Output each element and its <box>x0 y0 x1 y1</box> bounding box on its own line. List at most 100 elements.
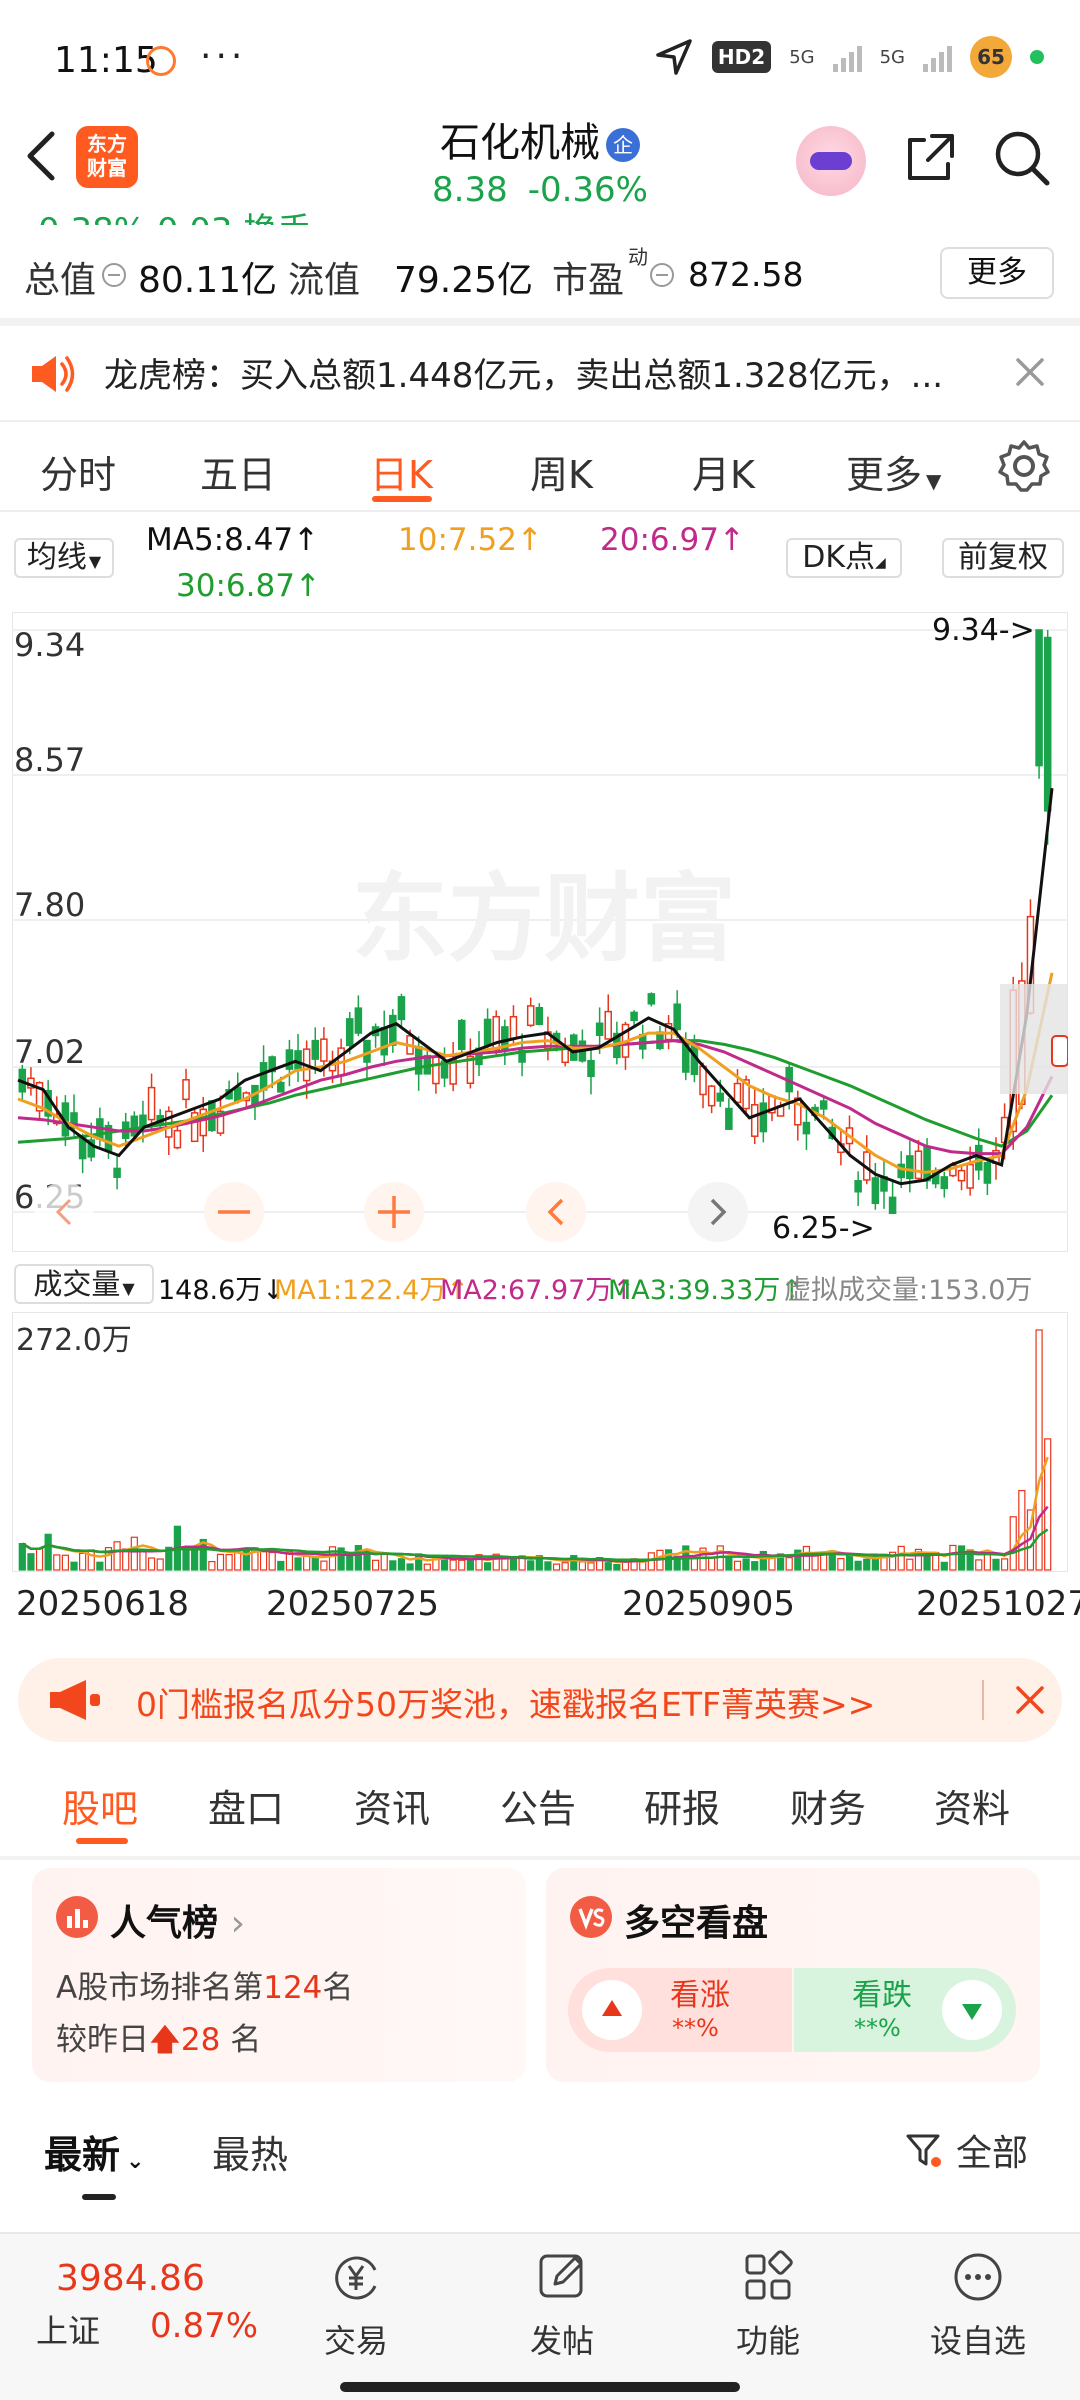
filter-icon[interactable] <box>904 2130 944 2170</box>
nav-functions-label: 功能 <box>735 2322 800 2360</box>
promo-banner[interactable]: 0门槛报名瓜分50万奖池，速戳报名ETF菁英赛>> <box>18 1658 1062 1742</box>
stock-name-text: 石化机械 <box>440 120 600 166</box>
candle <box>139 1114 147 1128</box>
volume-bar <box>397 1558 406 1571</box>
candle <box>432 1056 440 1085</box>
dropdown-arrow-icon: ▼ <box>926 469 942 493</box>
candle <box>561 1047 569 1064</box>
volume-bar <box>802 1545 811 1571</box>
nav-functions[interactable]: 功能 <box>708 2248 828 2362</box>
candle <box>113 1167 121 1178</box>
ma5-text: MA5:8.47 <box>146 522 294 558</box>
step-back-icon[interactable] <box>526 1182 586 1242</box>
volume-bar <box>785 1557 793 1571</box>
volume-bar <box>346 1556 354 1571</box>
tab-guba[interactable]: 股吧 <box>62 1778 138 1833</box>
privacy-dot <box>1030 50 1044 64</box>
candle <box>802 1121 811 1135</box>
volume-bar <box>87 1549 95 1571</box>
volume-bar <box>544 1561 552 1571</box>
nav-add-watchlist[interactable]: 设自选 <box>918 2248 1038 2362</box>
tab-weekly-k[interactable]: 周K <box>530 444 593 499</box>
popularity-rank-card[interactable]: 人气榜 › A股市场排名第124名 较昨日🡅28 名 <box>32 1868 526 2082</box>
rank-card-title: 人气榜 › <box>110 1894 245 1946</box>
candle <box>483 1018 492 1047</box>
nav-trade[interactable]: 交易 <box>296 2248 416 2362</box>
tab-news[interactable]: 资讯 <box>354 1778 430 1833</box>
bullish-label: 看涨 <box>670 1978 730 2013</box>
volume-select-label: 成交量 <box>33 1267 121 1301</box>
volume-bar <box>733 1560 742 1571</box>
low-marker: 6.25-> <box>772 1211 875 1246</box>
bullish-icon <box>582 1980 642 2040</box>
volume-bar <box>44 1533 52 1571</box>
candle <box>716 1092 725 1102</box>
volume-bar <box>854 1560 862 1571</box>
tab-research[interactable]: 研报 <box>644 1778 720 1833</box>
volume-bar <box>61 1554 70 1571</box>
info-icon-2[interactable] <box>648 261 676 289</box>
bearish-button[interactable]: 看跌 **% <box>794 1968 1016 2052</box>
gear-icon[interactable] <box>996 438 1052 494</box>
dk-point-select[interactable]: DK点◢ <box>786 538 902 578</box>
tab-profile[interactable]: 资料 <box>934 1778 1010 1833</box>
step-forward-icon[interactable] <box>688 1182 748 1242</box>
tab-monthly-k[interactable]: 月K <box>692 444 755 499</box>
location-icon <box>656 39 692 75</box>
volume-bar <box>156 1558 164 1571</box>
more-info-button[interactable]: 更多 <box>940 247 1054 299</box>
rank-prefix: A股市场排名第 <box>56 1970 264 2006</box>
ma20-value: 20:6.97↑ <box>600 522 745 558</box>
vol-ma2: MA2:67.97万↑ <box>440 1275 635 1306</box>
ma30-text: 30:6.87 <box>176 568 295 604</box>
vol-ma1-text: MA1:122.4万 <box>274 1275 447 1306</box>
pe-label: 市盈 <box>552 260 625 301</box>
tab-daily-k[interactable]: 日K <box>370 444 433 499</box>
candle <box>389 1014 397 1046</box>
share-icon[interactable] <box>902 130 958 186</box>
close-icon[interactable] <box>1012 1682 1048 1718</box>
long-short-title: 多空看盘 <box>624 1903 769 1944</box>
index-value: 3984.86 <box>56 2258 205 2299</box>
info-icon[interactable] <box>100 261 128 289</box>
ma-select-label: 均线 <box>26 540 87 575</box>
bullish-value: **% <box>672 2014 719 2042</box>
sort-latest[interactable]: 最新 ⌄ <box>44 2124 144 2179</box>
ma-select[interactable]: 均线 ▼ <box>14 538 114 578</box>
ai-assistant-avatar[interactable] <box>796 126 866 196</box>
date-label-4: 20251027 <box>916 1584 1080 1624</box>
nav-post[interactable]: 发帖 <box>502 2248 622 2362</box>
tab-more[interactable]: 更多 ▼ <box>846 444 941 499</box>
buy-marker <box>1051 1035 1068 1067</box>
candle <box>509 1015 518 1039</box>
volume-bar <box>483 1562 492 1571</box>
forward-adjust-button[interactable]: 前复权 <box>942 538 1064 578</box>
filter-all-label[interactable]: 全部 <box>956 2124 1028 2176</box>
status-time: 11:15 <box>54 40 158 81</box>
up-arrow-icon: ↑ <box>516 522 543 558</box>
sort-latest-label: 最新 <box>44 2133 121 2177</box>
search-icon[interactable] <box>992 128 1052 188</box>
candle <box>380 1026 388 1056</box>
sort-hottest[interactable]: 最热 <box>212 2124 288 2179</box>
tab-announcements[interactable]: 公告 <box>500 1778 576 1833</box>
candle <box>285 1049 294 1070</box>
tab-finance[interactable]: 财务 <box>790 1778 866 1833</box>
close-icon[interactable] <box>1012 354 1048 390</box>
volume-indicator-row: 成交量 ▼ 148.6万↓ MA1:122.4万↑ MA2:67.97万↑ MA3… <box>0 1262 1080 1308</box>
candle <box>725 1107 733 1130</box>
dragon-tiger-notice[interactable]: 龙虎榜：买入总额1.448亿元，卖出总额1.328亿元，... <box>0 330 1080 420</box>
tab-five-day[interactable]: 五日 <box>200 444 276 499</box>
volume-bar <box>139 1551 147 1571</box>
dropdown-arrow-icon: ▼ <box>88 552 102 571</box>
volume-value: 148.6万↓ <box>158 1275 285 1306</box>
volume-bar <box>940 1561 948 1571</box>
volume-chart[interactable]: 272.0万 <box>12 1312 1068 1572</box>
volume-select[interactable]: 成交量 ▼ <box>14 1264 154 1304</box>
bullish-button[interactable]: 看涨 **% <box>568 1968 792 2052</box>
kline-chart[interactable]: 东方财富 9.348.577.807.026.25 9.34-> 6.25-> <box>12 612 1068 1252</box>
tab-intraday[interactable]: 分时 <box>40 444 116 499</box>
battery-icon: 65 <box>970 36 1012 78</box>
tab-pankou[interactable]: 盘口 <box>208 1778 284 1833</box>
triangle-up-glyph <box>602 2000 622 2016</box>
